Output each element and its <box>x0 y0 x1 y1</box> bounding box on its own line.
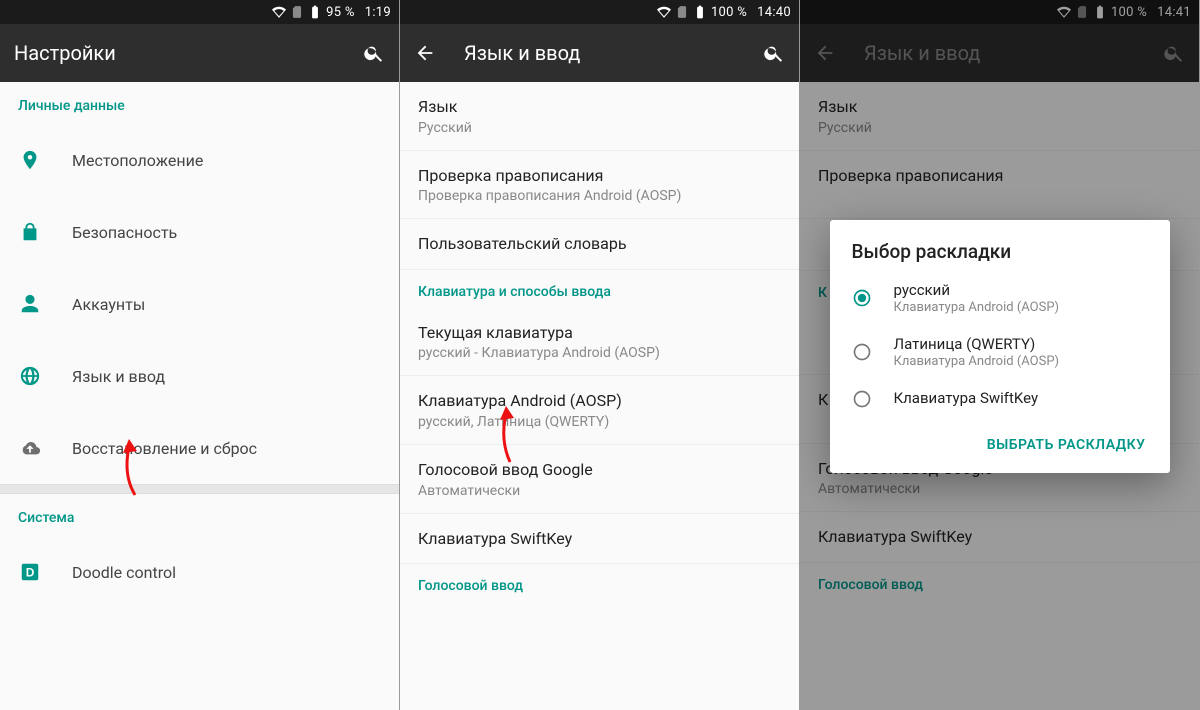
item-accounts[interactable]: Аккаунты <box>0 268 399 340</box>
status-bar: 95 % 1:19 <box>0 0 399 24</box>
wifi-icon <box>657 5 671 19</box>
pref-title: Текущая клавиатура <box>418 322 781 344</box>
pref-title: Язык <box>418 96 781 118</box>
item-location[interactable]: Местоположение <box>0 124 399 196</box>
pref-aosp-keyboard[interactable]: Клавиатура Android (AOSP) русский, Латин… <box>400 376 799 445</box>
item-label: Язык и ввод <box>72 367 165 386</box>
radio-unchecked-icon <box>852 389 872 409</box>
pref-google-voice[interactable]: Голосовой ввод Google Автоматически <box>400 445 799 514</box>
svg-text:D: D <box>26 566 35 580</box>
page-title: Настройки <box>14 41 363 65</box>
screen-layout-dialog: 100 % 14:41 Язык и ввод Язык Русский Про… <box>800 0 1200 710</box>
section-voice: Голосовой ввод <box>400 564 799 594</box>
clock: 14:40 <box>757 5 791 20</box>
item-language[interactable]: Язык и ввод <box>0 340 399 412</box>
person-icon <box>18 293 42 315</box>
dialog-scrim[interactable]: Выбор раскладки русский Клавиатура Andro… <box>800 0 1199 710</box>
section-personal: Личные данные <box>0 82 399 124</box>
choose-layout-button[interactable]: Выбрать раскладку <box>977 429 1156 461</box>
layout-dialog: Выбор раскладки русский Клавиатура Andro… <box>830 220 1170 473</box>
pref-subtitle: Автоматически <box>418 483 781 499</box>
item-label: Безопасность <box>72 223 177 242</box>
option-swiftkey[interactable]: Клавиатура SwiftKey <box>830 379 1170 419</box>
pref-title: Клавиатура Android (AOSP) <box>418 390 781 412</box>
doodle-icon: D <box>18 561 42 583</box>
pref-dictionary[interactable]: Пользовательский словарь <box>400 219 799 270</box>
pref-swiftkey[interactable]: Клавиатура SwiftKey <box>400 514 799 565</box>
battery-percent: 100 % <box>711 5 747 20</box>
app-bar: Настройки <box>0 24 399 82</box>
item-doodle[interactable]: D Doodle control <box>0 536 399 608</box>
pref-subtitle: русский - Клавиатура Android (AOSP) <box>418 345 781 361</box>
wifi-icon <box>272 5 286 19</box>
item-backup[interactable]: Восстановление и сброс <box>0 412 399 484</box>
battery-icon <box>308 5 322 19</box>
screen-settings: 95 % 1:19 Настройки Личные данные Местоп… <box>0 0 400 710</box>
option-sublabel: Клавиатура Android (AOSP) <box>894 354 1060 369</box>
pref-current-keyboard[interactable]: Текущая клавиатура русский - Клавиатура … <box>400 308 799 377</box>
item-label: Восстановление и сброс <box>72 439 257 458</box>
pref-subtitle: Проверка правописания Android (AOSP) <box>418 188 781 204</box>
pref-title: Проверка правописания <box>418 165 781 187</box>
option-latin[interactable]: Латиница (QWERTY) Клавиатура Android (AO… <box>830 325 1170 379</box>
radio-unchecked-icon <box>852 342 872 362</box>
option-label: Клавиатура SwiftKey <box>894 389 1039 408</box>
item-label: Аккаунты <box>72 295 145 314</box>
section-keyboard: Клавиатура и способы ввода <box>400 270 799 308</box>
search-icon[interactable] <box>763 42 785 64</box>
item-security[interactable]: Безопасность <box>0 196 399 268</box>
location-icon <box>18 149 42 171</box>
clock: 1:19 <box>365 5 391 20</box>
pref-language[interactable]: Язык Русский <box>400 82 799 151</box>
pref-spellcheck[interactable]: Проверка правописания Проверка правописа… <box>400 151 799 220</box>
cloud-upload-icon <box>18 437 42 459</box>
sim-icon <box>675 5 689 19</box>
status-bar: 100 % 14:40 <box>400 0 799 24</box>
settings-list: Личные данные Местоположение Безопасност… <box>0 82 399 710</box>
pref-subtitle: Русский <box>418 120 781 136</box>
sim-icon <box>290 5 304 19</box>
dialog-actions: Выбрать раскладку <box>830 419 1170 465</box>
pref-title: Клавиатура SwiftKey <box>418 528 781 550</box>
language-settings-list: Язык Русский Проверка правописания Прове… <box>400 82 799 710</box>
lock-icon <box>18 221 42 243</box>
app-bar: Язык и ввод <box>400 24 799 82</box>
back-button[interactable] <box>414 42 436 64</box>
radio-checked-icon <box>852 288 872 308</box>
dialog-title: Выбор раскладки <box>830 240 1170 271</box>
item-label: Местоположение <box>72 151 203 170</box>
pref-title: Пользовательский словарь <box>418 233 781 255</box>
screen-language-input: 100 % 14:40 Язык и ввод Язык Русский Про… <box>400 0 800 710</box>
option-russian[interactable]: русский Клавиатура Android (AOSP) <box>830 271 1170 325</box>
page-title: Язык и ввод <box>464 41 763 65</box>
pref-title: Голосовой ввод Google <box>418 459 781 481</box>
search-icon[interactable] <box>363 42 385 64</box>
globe-icon <box>18 365 42 387</box>
section-divider <box>0 484 399 494</box>
battery-icon <box>693 5 707 19</box>
section-system: Система <box>0 494 399 536</box>
battery-percent: 95 % <box>326 5 355 20</box>
option-sublabel: Клавиатура Android (AOSP) <box>894 300 1060 315</box>
pref-subtitle: русский, Латиница (QWERTY) <box>418 414 781 430</box>
option-label: Латиница (QWERTY) <box>894 335 1060 354</box>
item-label: Doodle control <box>72 563 176 582</box>
option-label: русский <box>894 281 1060 300</box>
